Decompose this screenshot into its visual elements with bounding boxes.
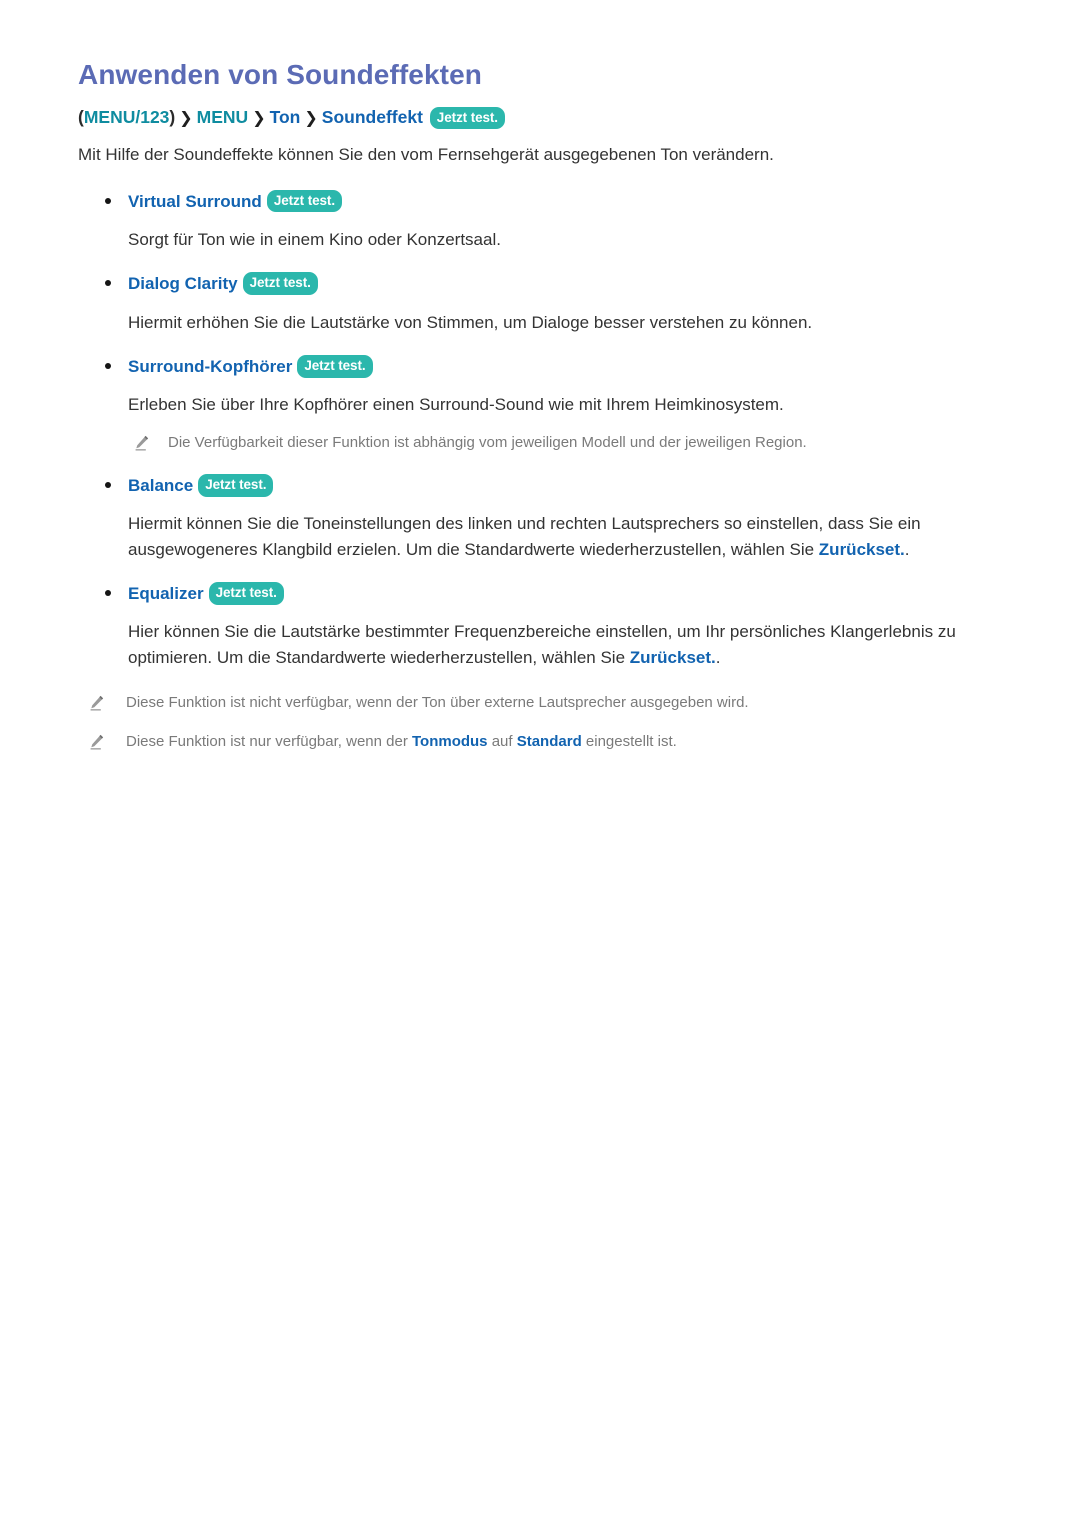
feature-list: Virtual Surround Jetzt test. Sorgt für To… — [78, 189, 1002, 670]
description-text-tail: . — [904, 539, 910, 559]
description-text: Hier können Sie die Lautstärke bestimmte… — [128, 622, 956, 667]
description-text-tail: . — [715, 647, 721, 667]
bullet-dot-icon — [105, 482, 111, 489]
try-now-badge[interactable]: Jetzt test. — [266, 189, 342, 213]
list-item-heading-surround-kopfhoerer: Surround-Kopfhörer Jetzt test. — [78, 355, 1002, 378]
description-text: Hiermit können Sie die Toneinstellungen … — [128, 514, 921, 559]
pencil-icon — [88, 733, 106, 751]
feature-label: Surround-Kopfhörer — [128, 357, 293, 377]
document-page: Anwenden von Soundeffekten (MENU/123) ❯ ME… — [0, 0, 1080, 1527]
note-text-mid: auf — [487, 732, 517, 750]
try-now-badge[interactable]: Jetzt test. — [208, 582, 284, 605]
feature-description-virtual-surround: Sorgt für Ton wie in einem Kino oder Kon… — [78, 227, 1002, 253]
pencil-icon — [88, 694, 106, 712]
note-text: Die Verfügbarkeit dieser Funktion ist ab… — [168, 433, 807, 451]
feature-label: Equalizer — [128, 584, 204, 604]
try-now-badge[interactable]: Jetzt test. — [429, 106, 505, 130]
bullet-dot-icon — [105, 363, 111, 370]
footer-notes: Diese Funktion ist nicht verfügbar, wenn… — [78, 692, 1002, 753]
note-text: Diese Funktion ist nicht verfügbar, wenn… — [126, 694, 749, 712]
chevron-right-icon: ❯ — [179, 109, 193, 127]
list-item-heading-equalizer: Equalizer Jetzt test. — [78, 582, 1002, 605]
feature-description-equalizer: Hier können Sie die Lautstärke bestimmte… — [78, 619, 1002, 670]
chevron-right-icon: ❯ — [252, 109, 266, 127]
try-now-badge[interactable]: Jetzt test. — [198, 474, 274, 497]
reset-link[interactable]: Zurückset. — [630, 648, 716, 667]
list-item-heading-dialog-clarity: Dialog Clarity Jetzt test. — [78, 272, 1002, 295]
feature-description-surround-kopfhoerer: Erleben Sie über Ihre Kopfhörer einen Su… — [78, 392, 1002, 418]
standard-link[interactable]: Standard — [517, 733, 582, 750]
description-text: Sorgt für Ton wie in einem Kino oder Kon… — [128, 229, 501, 249]
pencil-icon — [133, 434, 151, 452]
list-item-heading-balance: Balance Jetzt test. — [78, 474, 1002, 497]
note-tonmodus-standard: Diese Funktion ist nur verfügbar, wenn d… — [78, 731, 1002, 754]
try-now-badge[interactable]: Jetzt test. — [242, 272, 318, 295]
chevron-right-icon: ❯ — [304, 109, 318, 127]
breadcrumb-menu123[interactable]: MENU/123 — [84, 107, 170, 127]
note-text-tail: eingestellt ist. — [581, 732, 677, 750]
note-text: Diese Funktion ist nur verfügbar, wenn d… — [126, 732, 412, 750]
feature-description-balance: Hiermit können Sie die Toneinstellungen … — [78, 511, 1002, 562]
breadcrumb-ton[interactable]: Ton — [270, 107, 301, 127]
bullet-dot-icon — [105, 197, 111, 204]
note-model-region: Die Verfügbarkeit dieser Funktion ist ab… — [78, 432, 1002, 455]
description-text: Erleben Sie über Ihre Kopfhörer einen Su… — [128, 395, 784, 415]
feature-label: Virtual Surround — [128, 191, 262, 211]
bullet-dot-icon — [105, 590, 111, 597]
page-title: Anwenden von Soundeffekten — [78, 59, 482, 90]
description-text: Hiermit erhöhen Sie die Lautstärke von S… — [128, 312, 813, 332]
tonmodus-link[interactable]: Tonmodus — [412, 733, 488, 750]
list-item-heading-virtual-surround: Virtual Surround Jetzt test. — [78, 189, 1002, 213]
breadcrumb: (MENU/123) ❯ MENU ❯ Ton ❯ Soundeffekt Jetzt te… — [78, 106, 1002, 130]
breadcrumb-menu[interactable]: MENU — [197, 107, 249, 127]
breadcrumb-soundeffekt[interactable]: Soundeffekt — [322, 107, 423, 127]
reset-link[interactable]: Zurückset. — [819, 540, 905, 559]
feature-description-dialog-clarity: Hiermit erhöhen Sie die Lautstärke von S… — [78, 310, 1002, 336]
bullet-dot-icon — [105, 280, 111, 287]
feature-label: Balance — [128, 476, 194, 496]
intro-paragraph: Mit Hilfe der Soundeffekte können Sie de… — [78, 145, 774, 165]
note-external-speakers: Diese Funktion ist nicht verfügbar, wenn… — [78, 692, 1002, 715]
feature-label: Dialog Clarity — [128, 274, 238, 294]
try-now-badge[interactable]: Jetzt test. — [297, 355, 373, 378]
